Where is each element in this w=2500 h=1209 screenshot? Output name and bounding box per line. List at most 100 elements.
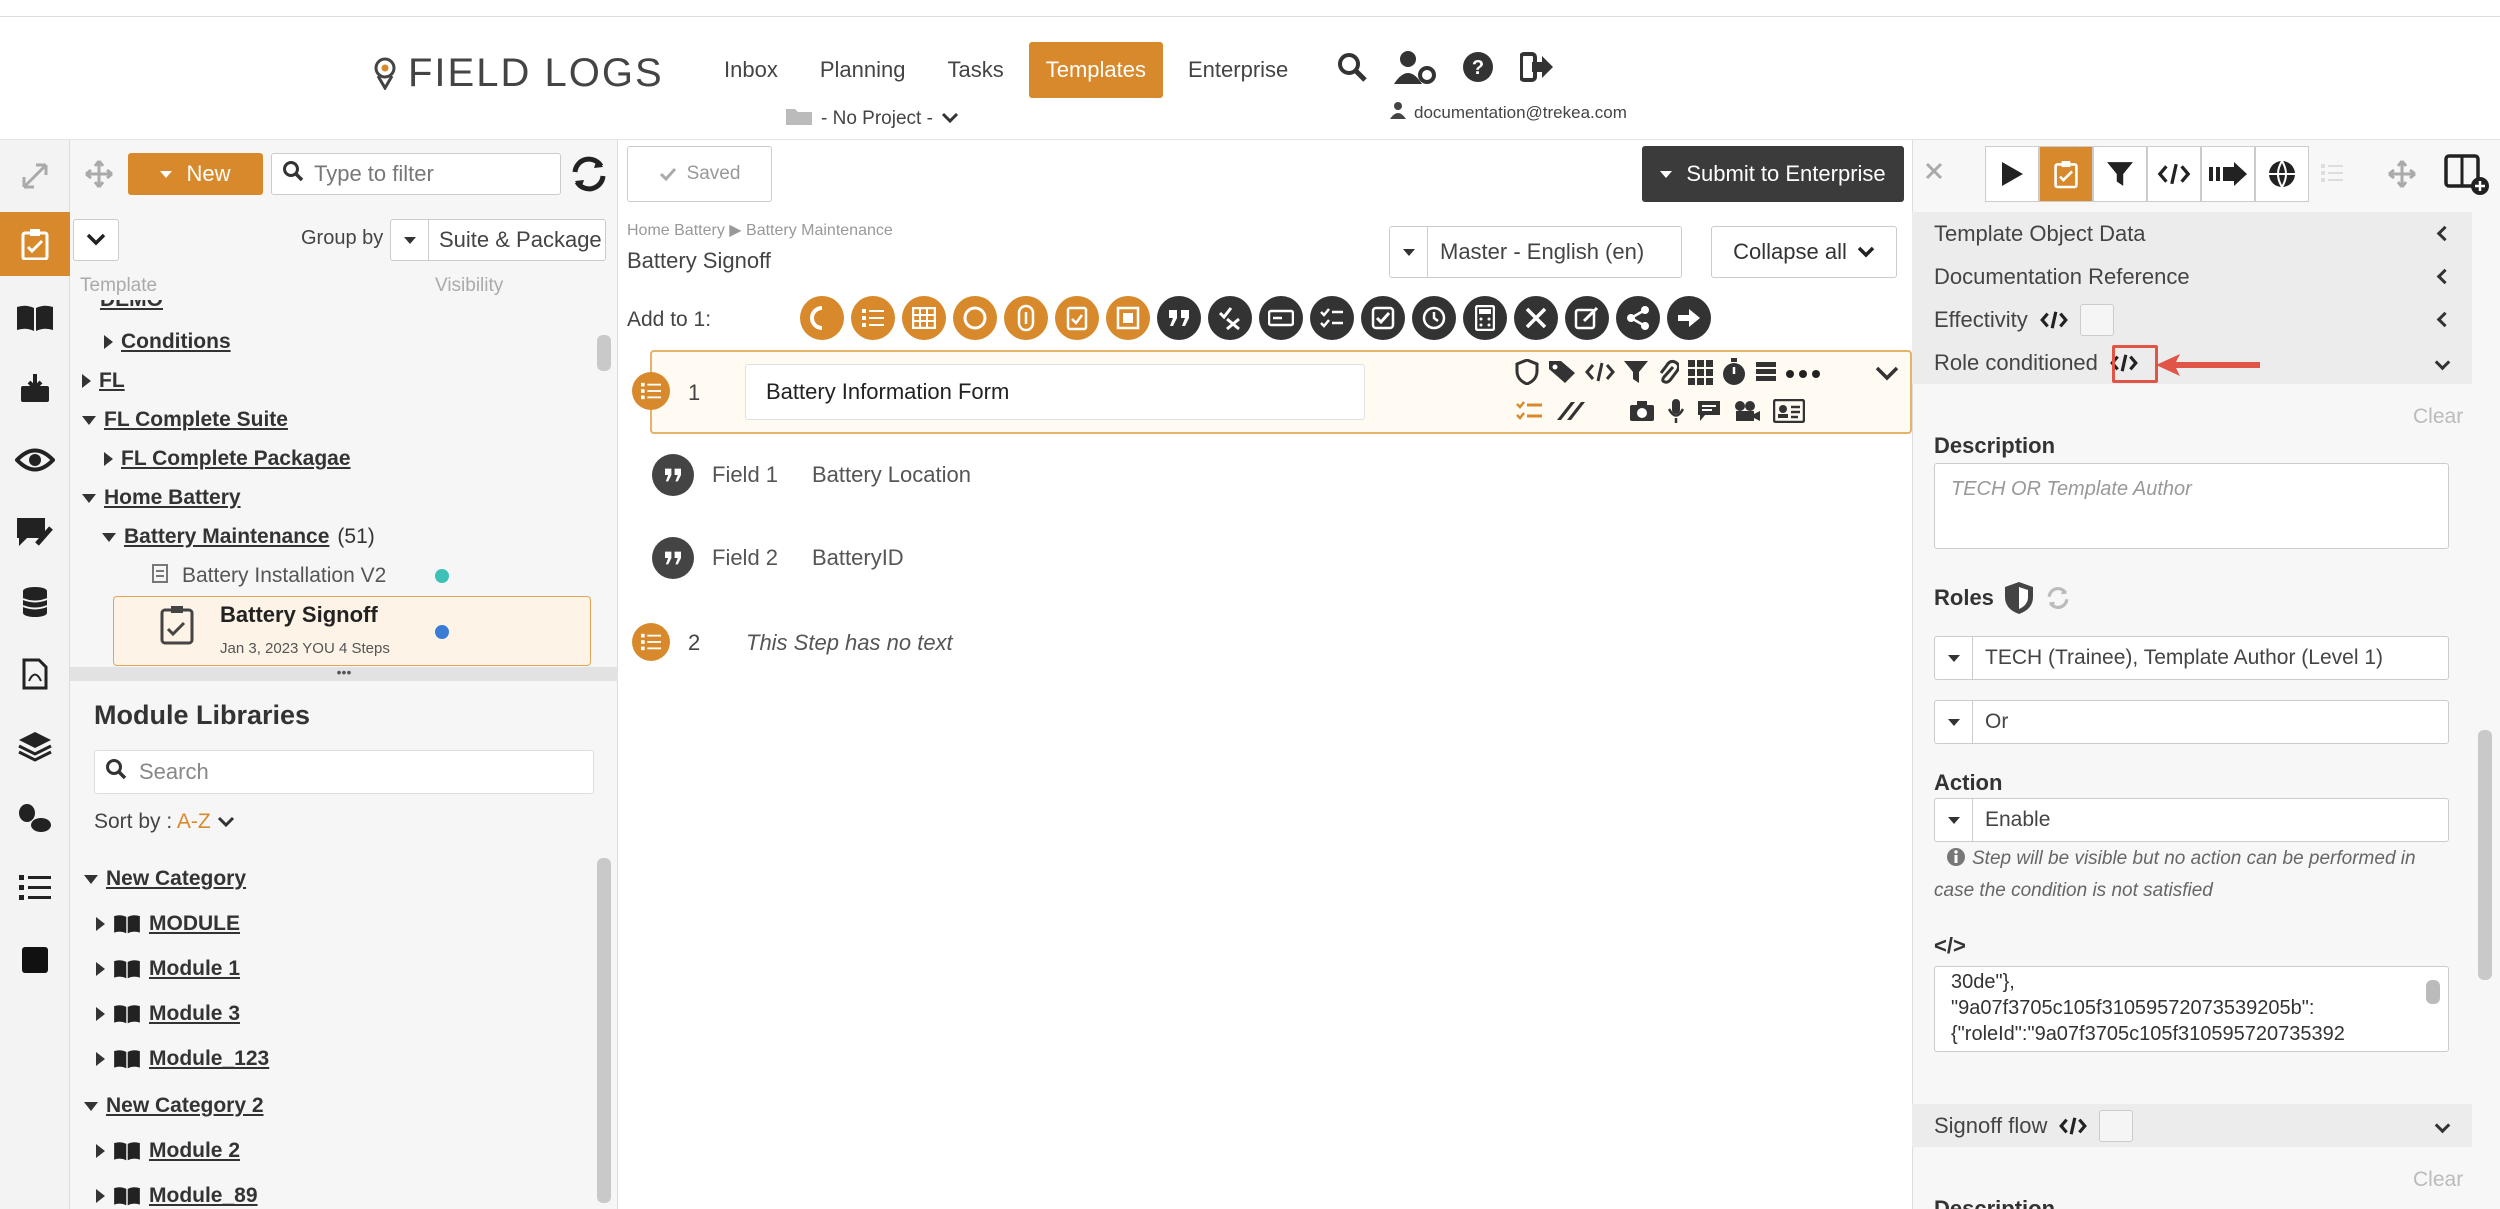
move-icon[interactable]	[2388, 160, 2416, 193]
add-clock-icon[interactable]	[1412, 296, 1456, 340]
module-item[interactable]: Module 1	[96, 957, 240, 981]
nav-enterprise[interactable]: Enterprise	[1171, 42, 1305, 98]
grid-icon[interactable]	[1687, 359, 1713, 390]
comment-edit-icon[interactable]	[0, 500, 70, 564]
refresh-icon[interactable]	[570, 155, 608, 198]
nav-inbox[interactable]: Inbox	[707, 42, 795, 98]
add-check-cross-icon[interactable]	[1208, 296, 1252, 340]
operator-select[interactable]: Or	[1934, 700, 2449, 744]
module-item[interactable]: Module_123	[96, 1047, 269, 1071]
module-search-input[interactable]: Search	[94, 750, 594, 794]
tree-item[interactable]: Conditions	[104, 330, 231, 354]
comment-icon[interactable]	[1697, 400, 1721, 427]
signoff-toggle[interactable]	[2099, 1109, 2134, 1142]
section-documentation-reference[interactable]: Documentation Reference	[1912, 255, 2472, 298]
user-info[interactable]: documentation@trekea.com	[1390, 101, 1627, 124]
clear-button[interactable]: Clear	[2413, 405, 2463, 429]
code-icon[interactable]	[1585, 361, 1615, 388]
video-icon[interactable]	[1733, 400, 1761, 427]
category-item[interactable]: New Category 2	[84, 1094, 264, 1118]
field-row[interactable]: Field 1 Battery Location	[652, 454, 971, 496]
eye-icon[interactable]	[0, 428, 70, 492]
more-icon[interactable]	[1785, 366, 1821, 384]
module-scrollbar[interactable]	[597, 858, 611, 1203]
breadcrumb-item[interactable]: Home Battery	[627, 222, 725, 239]
section-effectivity[interactable]: Effectivity	[1912, 298, 2472, 341]
book-icon[interactable]	[0, 286, 70, 350]
filter-icon[interactable]	[1623, 359, 1649, 390]
field-row[interactable]: Field 2 BatteryID	[652, 537, 904, 579]
breadcrumb-item[interactable]: Battery Maintenance	[746, 222, 893, 239]
sort-by-selector[interactable]: Sort by : A-Z	[94, 810, 235, 834]
checklist-orange-icon[interactable]	[1515, 400, 1543, 427]
panel-resize-handle[interactable]: •••	[70, 665, 618, 681]
add-list-icon[interactable]	[851, 296, 895, 340]
add-checklist-icon[interactable]	[1055, 296, 1099, 340]
tree-item[interactable]: DEMO	[100, 300, 163, 312]
condition-code-editor[interactable]: 30de"}, "9a07f3705c105f31059572073539205…	[1934, 966, 2449, 1052]
inbox-download-icon[interactable]	[0, 356, 70, 420]
globe-icon[interactable]	[2255, 146, 2309, 202]
module-item[interactable]: Module 3	[96, 1002, 240, 1026]
list-icon[interactable]	[0, 856, 70, 920]
add-signature-icon[interactable]	[1565, 296, 1609, 340]
tree-collapse-toggle[interactable]	[73, 219, 119, 261]
add-calculator-icon[interactable]	[1463, 296, 1507, 340]
section-signoff-flow[interactable]: Signoff flow	[1912, 1104, 2472, 1147]
step-title-input[interactable]: Battery Information Form	[745, 364, 1365, 420]
add-step-icon[interactable]	[800, 296, 844, 340]
description-textarea[interactable]: TECH OR Template Author	[1934, 463, 2449, 549]
close-icon[interactable]	[1925, 162, 1943, 185]
tree-scrollbar[interactable]	[597, 335, 611, 371]
collapse-all-button[interactable]: Collapse all	[1711, 226, 1897, 278]
module-item[interactable]: Module_89	[96, 1184, 258, 1208]
layers-icon[interactable]	[0, 714, 70, 778]
nav-templates[interactable]: Templates	[1028, 42, 1163, 98]
add-multi-check-icon[interactable]	[1310, 296, 1354, 340]
project-selector[interactable]: - No Project -	[785, 106, 959, 132]
user-settings-icon[interactable]	[1394, 50, 1436, 89]
section-template-object-data[interactable]: Template Object Data	[1912, 212, 2472, 255]
add-tools-icon[interactable]	[1514, 296, 1558, 340]
microphone-icon[interactable]	[1667, 398, 1685, 429]
shield-icon[interactable]	[1515, 358, 1539, 390]
paperclip-icon[interactable]	[1657, 359, 1681, 390]
module-item[interactable]: Module 2	[96, 1139, 240, 1163]
templates-icon[interactable]	[0, 212, 70, 276]
tree-item[interactable]: FL	[82, 369, 125, 393]
panel-scrollbar[interactable]	[2478, 730, 2492, 980]
tree-item[interactable]: Battery Maintenance (51)	[102, 525, 375, 549]
step-title[interactable]: This Step has no text	[746, 630, 953, 656]
language-select[interactable]: Master - English (en)	[1389, 226, 1682, 278]
add-quote-icon[interactable]	[1157, 296, 1201, 340]
add-table-icon[interactable]	[902, 296, 946, 340]
refresh-icon[interactable]	[2046, 586, 2070, 615]
action-select[interactable]: Enable	[1934, 798, 2449, 842]
play-icon[interactable]	[1985, 146, 2039, 202]
pdf-icon[interactable]	[0, 642, 70, 706]
tag-icon[interactable]	[1547, 359, 1577, 390]
add-panel-icon[interactable]	[2444, 154, 2490, 201]
tree-item[interactable]: Battery Installation V2	[152, 563, 386, 589]
roles-select[interactable]: TECH (Trainee), Template Author (Level 1…	[1934, 636, 2449, 680]
shield-icon[interactable]	[2003, 581, 2035, 620]
group-by-select[interactable]: Suite & Package	[390, 219, 606, 261]
add-link-icon[interactable]	[1004, 296, 1048, 340]
camera-icon[interactable]	[1629, 400, 1655, 427]
steps-icon[interactable]	[0, 786, 70, 850]
step-expand-chevron-icon[interactable]	[1875, 366, 1899, 387]
effectivity-toggle[interactable]	[2079, 303, 2114, 336]
add-arrow-right-icon[interactable]	[1667, 296, 1711, 340]
add-share-icon[interactable]	[1616, 296, 1660, 340]
code-icon[interactable]	[2147, 146, 2201, 202]
search-icon[interactable]	[1336, 51, 1368, 88]
database-icon[interactable]	[0, 570, 70, 634]
id-card-icon[interactable]	[1772, 398, 1806, 428]
logout-icon[interactable]	[1519, 52, 1554, 87]
template-properties-icon[interactable]	[2039, 146, 2093, 202]
module-item[interactable]: MODULE	[96, 912, 240, 936]
tree-item[interactable]: FL Complete Suite	[82, 408, 288, 432]
nav-planning[interactable]: Planning	[803, 42, 923, 98]
move-icon[interactable]	[85, 160, 113, 193]
add-checkbox-icon[interactable]	[1361, 296, 1405, 340]
